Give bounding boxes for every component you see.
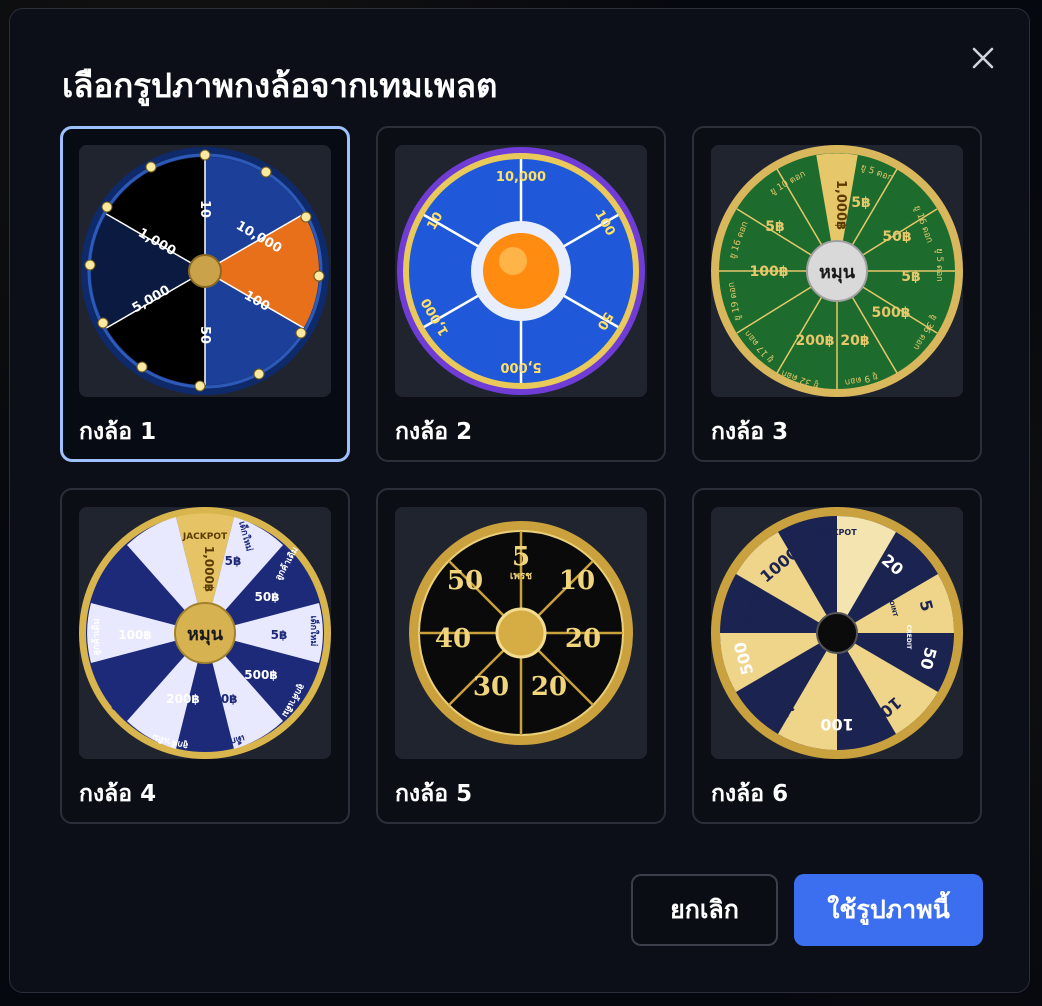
- wheel5-seg-30: 30: [473, 672, 509, 702]
- wheel4-seg-3: 5฿: [225, 554, 242, 568]
- wheel4-seg-17: 100฿: [118, 628, 151, 642]
- wheel2-seg-5000: 5,000: [500, 359, 541, 374]
- wheel3-seg-4: 5฿: [901, 269, 920, 285]
- wheel4-seg-7: 5฿: [271, 628, 288, 642]
- wheel-preview-1: 10 10,000 100 50 5,000 1,000: [79, 145, 331, 397]
- template-card-4[interactable]: JACKPOT 1,000฿ เด็กใหม่ 5฿ ลูกค้าเดิม 50…: [60, 488, 350, 824]
- dialog-title: เลือกรูปภาพกงล้อจากเทมเพลต: [62, 66, 498, 105]
- wheel3-seg-1: 5฿: [851, 195, 870, 211]
- wheel3-seg-16: 5฿: [765, 219, 784, 235]
- wheel3-seg-14: 100฿: [750, 264, 789, 280]
- template-card-1[interactable]: 10 10,000 100 50 5,000 1,000 กงล้อ 1: [60, 126, 350, 462]
- wheel2-seg-10000: 10,000: [496, 170, 546, 185]
- wheel-preview-5: 5 10 20 20 30 40 50 เพรช: [395, 507, 647, 759]
- wheel5-seg-10: 10: [559, 566, 595, 596]
- wheel3-seg-8: 20฿: [840, 333, 869, 349]
- template-picker-dialog: เลือกรูปภาพกงล้อจากเทมเพลต 10 10,000 100…: [9, 8, 1030, 993]
- wheel-preview-6: JACKPOT 20 5 50 10 100 20 500 JACKPOT 10…: [711, 507, 963, 759]
- wheel6-seg-5: 100: [820, 715, 853, 734]
- use-image-button[interactable]: ใช้รูปภาพนี้: [794, 874, 983, 946]
- wheel3-seg-5: ยู 5 ดอก: [934, 248, 944, 281]
- wheel5-seg-5: 5: [512, 542, 530, 572]
- template-label-3: กงล้อ 3: [711, 419, 789, 445]
- wheel4-seg-11: 20฿: [212, 692, 237, 706]
- wheel5-seg-50: 50: [447, 566, 483, 596]
- wheel4-seg-15: 10฿: [134, 664, 159, 678]
- wheel4-seg-9: 500฿: [244, 668, 277, 682]
- wheel4-seg-5: 50฿: [254, 590, 279, 604]
- wheel6-credit-label: CREDIT: [905, 625, 912, 650]
- wheel4-seg-0: JACKPOT: [182, 532, 228, 542]
- wheel-preview-3: ยู 5 ดอก 5฿ 50฿ ยู 16 ดอก 5฿ ยู 5 ดอก 50…: [711, 145, 963, 397]
- template-label-1: กงล้อ 1: [79, 419, 157, 445]
- wheel4-seg-19: 5฿: [135, 582, 152, 596]
- close-button[interactable]: [968, 43, 998, 73]
- template-label-5: กงล้อ 5: [395, 781, 473, 807]
- template-card-3[interactable]: ยู 5 ดอก 5฿ 50฿ ยู 16 ดอก 5฿ ยู 5 ดอก 50…: [692, 126, 982, 462]
- wheel6-seg-0: JACKPOT: [816, 528, 857, 537]
- wheel3-spin-label: หมุน: [819, 262, 856, 284]
- wheel3-seg-2: 50฿: [882, 229, 911, 245]
- wheel4-seg-13: 200฿: [166, 692, 199, 706]
- wheel-preview-2: 10,000 100 50 5,000 1,000 10: [395, 145, 647, 397]
- wheel5-seg-40: 40: [435, 624, 471, 654]
- template-card-5[interactable]: 5 10 20 20 30 40 50 เพรช กงล้อ 5: [376, 488, 666, 824]
- template-card-2[interactable]: 10,000 100 50 5,000 1,000 10 กงล้อ 2: [376, 126, 666, 462]
- wheel4-spin-label: หมุน: [187, 624, 224, 646]
- wheel3-seg-6: 500฿: [872, 305, 911, 321]
- wheel-preview-4: JACKPOT 1,000฿ เด็กใหม่ 5฿ ลูกค้าเดิม 50…: [79, 507, 331, 759]
- close-icon: [972, 47, 994, 69]
- wheel5-unit-label: เพรช: [510, 571, 532, 582]
- wheel1-seg-10: 10: [197, 200, 212, 218]
- wheel1-seg-50: 50: [197, 326, 212, 344]
- wheel4-seg-16: ลูกค้าเดิม: [91, 618, 102, 655]
- wheel3-seg-10: 200฿: [796, 333, 835, 349]
- wheel5-seg-20b: 20: [531, 672, 567, 702]
- template-label-6: กงล้อ 6: [711, 781, 789, 807]
- template-card-6[interactable]: JACKPOT 20 5 50 10 100 20 500 JACKPOT 10…: [692, 488, 982, 824]
- wheel5-seg-20a: 20: [565, 624, 601, 654]
- wheel4-seg-1: 1,000฿: [202, 546, 216, 592]
- template-label-2: กงล้อ 2: [395, 419, 473, 445]
- template-label-4: กงล้อ 4: [79, 781, 157, 807]
- cancel-button[interactable]: ยกเลิก: [631, 874, 778, 946]
- wheel3-seg-18: 1,000฿: [833, 180, 848, 230]
